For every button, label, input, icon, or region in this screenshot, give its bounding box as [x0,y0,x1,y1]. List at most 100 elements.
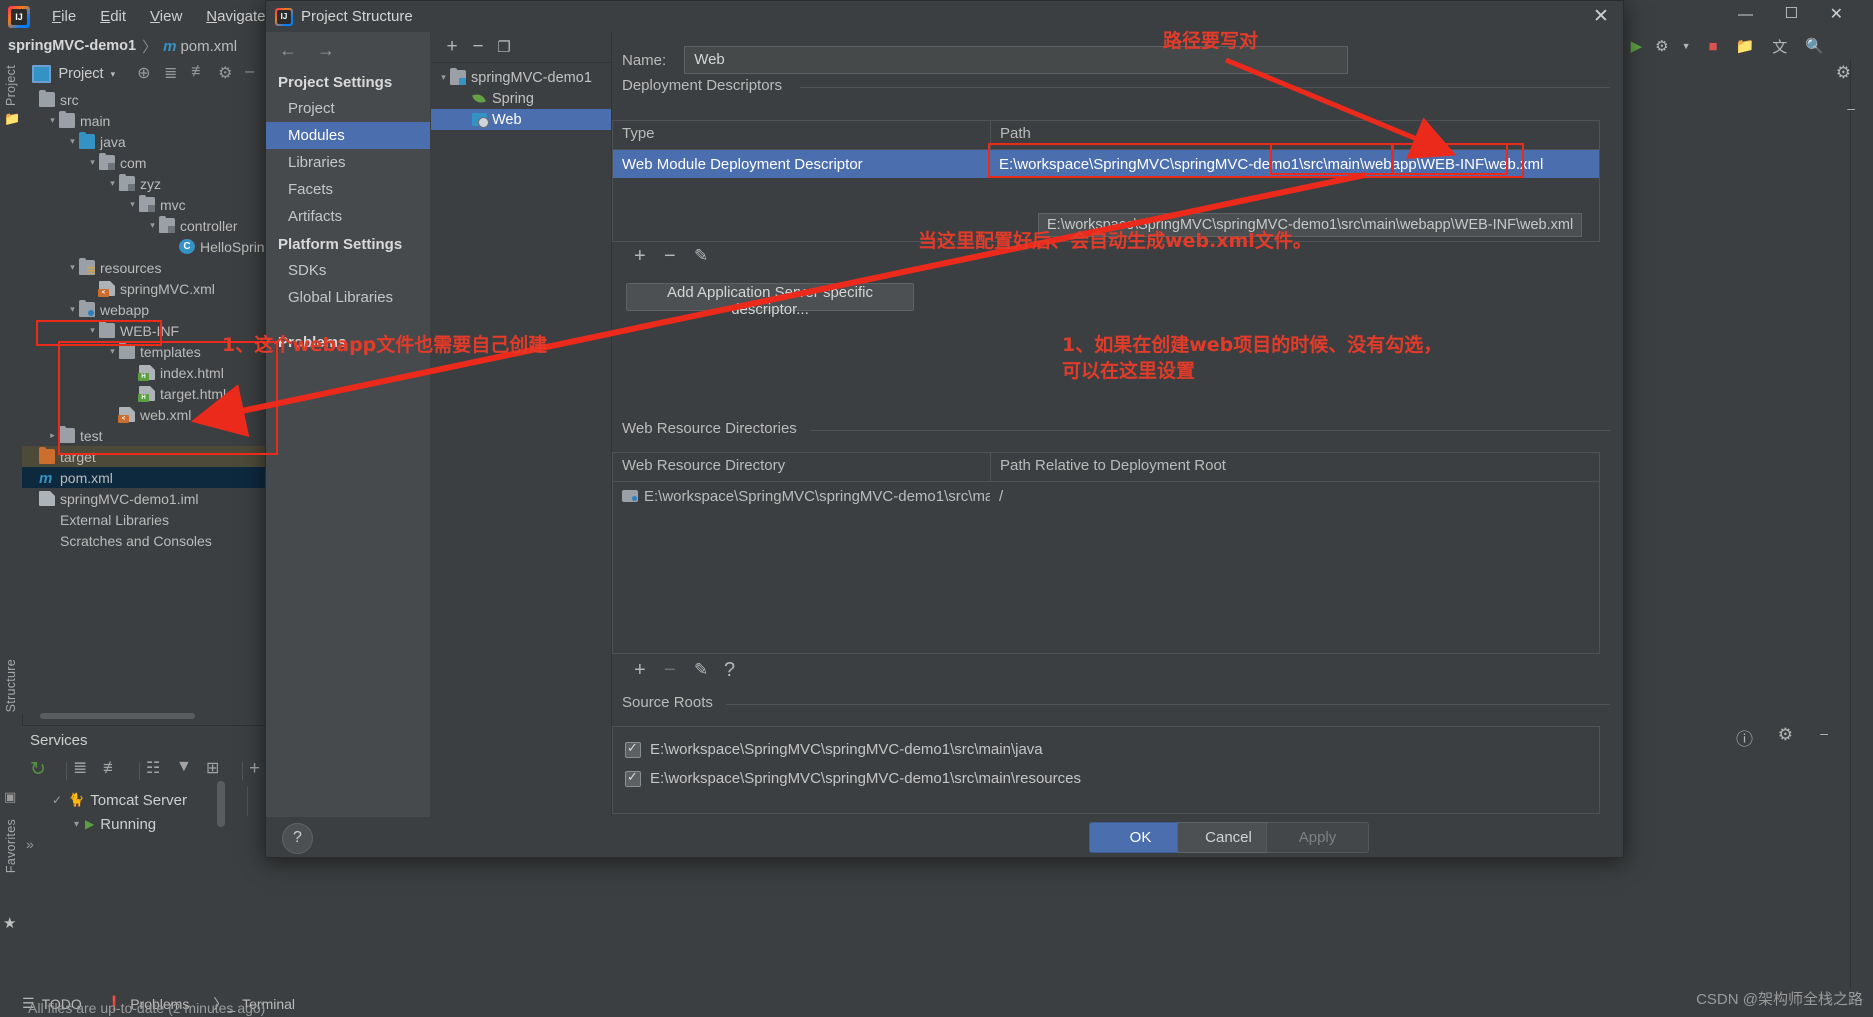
favorites-star-icon[interactable]: ★ [3,914,16,932]
chevron-down-icon[interactable]: ▾ [66,136,79,147]
edit-resource-dir-icon[interactable]: ✎ [694,660,724,680]
remove-descriptor-icon[interactable]: − [664,245,694,268]
translate-icon[interactable]: 文 [1772,36,1787,57]
close-button[interactable]: ✕ [1830,4,1843,24]
services-node-running[interactable]: ▾ ▶ Running [52,812,187,836]
services-vscrollbar[interactable] [217,781,225,827]
search-icon[interactable]: 🔍 [1805,37,1824,55]
nav-item-sdks[interactable]: SDKs [266,257,430,284]
maximize-button[interactable]: ☐ [1785,4,1798,22]
tree-node-zyz[interactable]: ▾ zyz [22,173,265,194]
project-tree-hscrollbar[interactable] [40,713,195,719]
add-descriptor-icon[interactable]: + [634,245,664,268]
copy-module-icon[interactable]: ❐ [491,38,517,56]
help-circle-icon[interactable]: ⓘ [1736,725,1753,750]
nav-item-modules[interactable]: Modules [266,122,430,149]
column-path[interactable]: Path [990,121,1599,149]
locate-icon[interactable]: ⊕ [137,63,157,85]
project-toolwindow-label[interactable]: Project [58,66,103,82]
services-node-tomcat[interactable]: ✓ 🐈 Tomcat Server [52,788,187,812]
tree-node-springmvc-demo1-iml[interactable]: springMVC-demo1.iml [22,488,265,509]
tree-node-target-html[interactable]: Htarget.html [22,383,265,404]
project-tree[interactable]: src ▾ main ▾ java ▾ com ▾ zyz ▾ mvc ▾ controller C Hel… [22,89,265,714]
tree-node-springmvc-xml[interactable]: < springMVC.xml [22,278,265,299]
tree-node-java[interactable]: ▾ java [22,131,265,152]
nav-back-icon[interactable]: ← [279,40,297,61]
source-root-row[interactable]: E:\workspace\SpringMVC\springMVC-demo1\s… [613,735,1599,764]
tree-node-mvc[interactable]: ▾ mvc [22,194,265,215]
help-resource-dir-icon[interactable]: ? [724,659,754,682]
module-node-springmvc-demo1[interactable]: ▾ springMVC-demo1 [431,67,611,88]
more-icon[interactable]: » [26,836,34,852]
collapse-all-icon[interactable]: ≢ [103,758,131,784]
collapse-right-icon[interactable]: – [1847,100,1855,116]
strip-project[interactable]: Project [4,65,18,106]
build-icon[interactable]: ▣ [4,789,16,805]
breadcrumb-project[interactable]: springMVC-demo1 [8,38,136,54]
menu-file[interactable]: File [40,4,88,29]
nav-item-libraries[interactable]: Libraries [266,149,430,176]
hide-icon[interactable]: – [1820,725,1828,741]
column-type[interactable]: Type [613,121,990,149]
collapse-all-icon[interactable]: ≢ [191,63,211,85]
column-path-relative[interactable]: Path Relative to Deployment Root [990,453,1599,481]
tree-node-pom-xml[interactable]: m pom.xml [22,467,265,488]
chevron-down-icon[interactable]: ▾ [126,199,139,210]
source-root-checkbox[interactable] [625,740,641,758]
nav-item-global-libraries[interactable]: Global Libraries [266,284,430,311]
tree-node-scratches-and-consoles[interactable]: Scratches and Consoles [22,530,265,551]
table-row[interactable]: E:\workspace\SpringMVC\springMVC-demo1\s… [613,482,1599,510]
folder-icon[interactable]: 📁 [1736,37,1755,55]
rerun-icon[interactable]: ↻ [30,758,58,784]
add-app-server-descriptor-button[interactable]: Add Application Server specific descript… [626,283,914,318]
source-roots-list[interactable]: E:\workspace\SpringMVC\springMVC-demo1\s… [612,726,1600,814]
module-node-web[interactable]: Web [431,109,611,130]
tree-node-src[interactable]: src [22,89,265,110]
breadcrumb-file[interactable]: pom.xml [180,38,237,55]
strip-structure[interactable]: Structure [4,659,18,712]
menu-view[interactable]: View [138,4,194,29]
chevron-down-icon[interactable]: ▾ [74,819,79,830]
chevron-right-icon[interactable]: ▸ [46,430,59,441]
tree-node-target[interactable]: target [22,446,265,467]
chevron-down-icon[interactable]: ▾ [86,325,99,336]
help-button[interactable]: ? [282,823,313,854]
table-row[interactable]: Web Module Deployment Descriptor E:\work… [613,150,1599,178]
chevron-down-icon[interactable]: ▾ [66,262,79,273]
web-resource-directories-table[interactable]: Web Resource Directory Path Relative to … [612,452,1600,654]
remove-module-icon[interactable]: − [465,36,491,58]
menu-edit[interactable]: Edit [88,4,138,29]
add-module-icon[interactable]: + [439,36,465,58]
chevron-down-icon[interactable]: ▾ [437,72,450,83]
coverage-icon[interactable]: ⚙ [1655,37,1668,55]
tree-node-test[interactable]: ▸ test [22,425,265,446]
tree-node-web-xml[interactable]: < web.xml [22,404,265,425]
services-tree[interactable]: ✓ 🐈 Tomcat Server ▾ ▶ Running [52,788,187,836]
add-resource-dir-icon[interactable]: + [634,659,664,682]
hide-icon[interactable]: – [245,63,265,85]
tree-node-main[interactable]: ▾ main [22,110,265,131]
tree-node-webapp[interactable]: ▾ webapp [22,299,265,320]
source-root-checkbox[interactable] [625,769,641,787]
cancel-button[interactable]: Cancel [1177,822,1280,853]
column-web-resource-directory[interactable]: Web Resource Directory [613,453,990,481]
tree-node-external-libraries[interactable]: External Libraries [22,509,265,530]
nav-item-artifacts[interactable]: Artifacts [266,203,430,230]
tree-node-hellospringmv[interactable]: C HelloSpringMV [22,236,265,257]
expand-all-icon[interactable]: ≣ [73,758,101,784]
chevron-down-icon[interactable]: ▾ [66,304,79,315]
services-splitter[interactable] [247,786,248,816]
dialog-nav-list[interactable]: Project Settings Project Modules Libraries F… [266,68,430,356]
source-root-row[interactable]: E:\workspace\SpringMVC\springMVC-demo1\s… [613,764,1599,793]
filter-icon[interactable]: ▼ [176,758,204,784]
chevron-down-icon[interactable]: ▾ [106,346,119,357]
chevron-down-icon[interactable]: ▾ [46,115,59,126]
stop-icon[interactable]: ■ [1709,38,1718,55]
tree-node-controller[interactable]: ▾ controller [22,215,265,236]
apply-button[interactable]: Apply [1266,822,1369,853]
strip-favorites[interactable]: Favorites [4,819,18,873]
group-icon[interactable]: ☷ [146,758,174,784]
nav-forward-icon[interactable]: → [317,40,335,61]
tree-node-com[interactable]: ▾ com [22,152,265,173]
gear-icon[interactable]: ⚙ [218,63,238,85]
